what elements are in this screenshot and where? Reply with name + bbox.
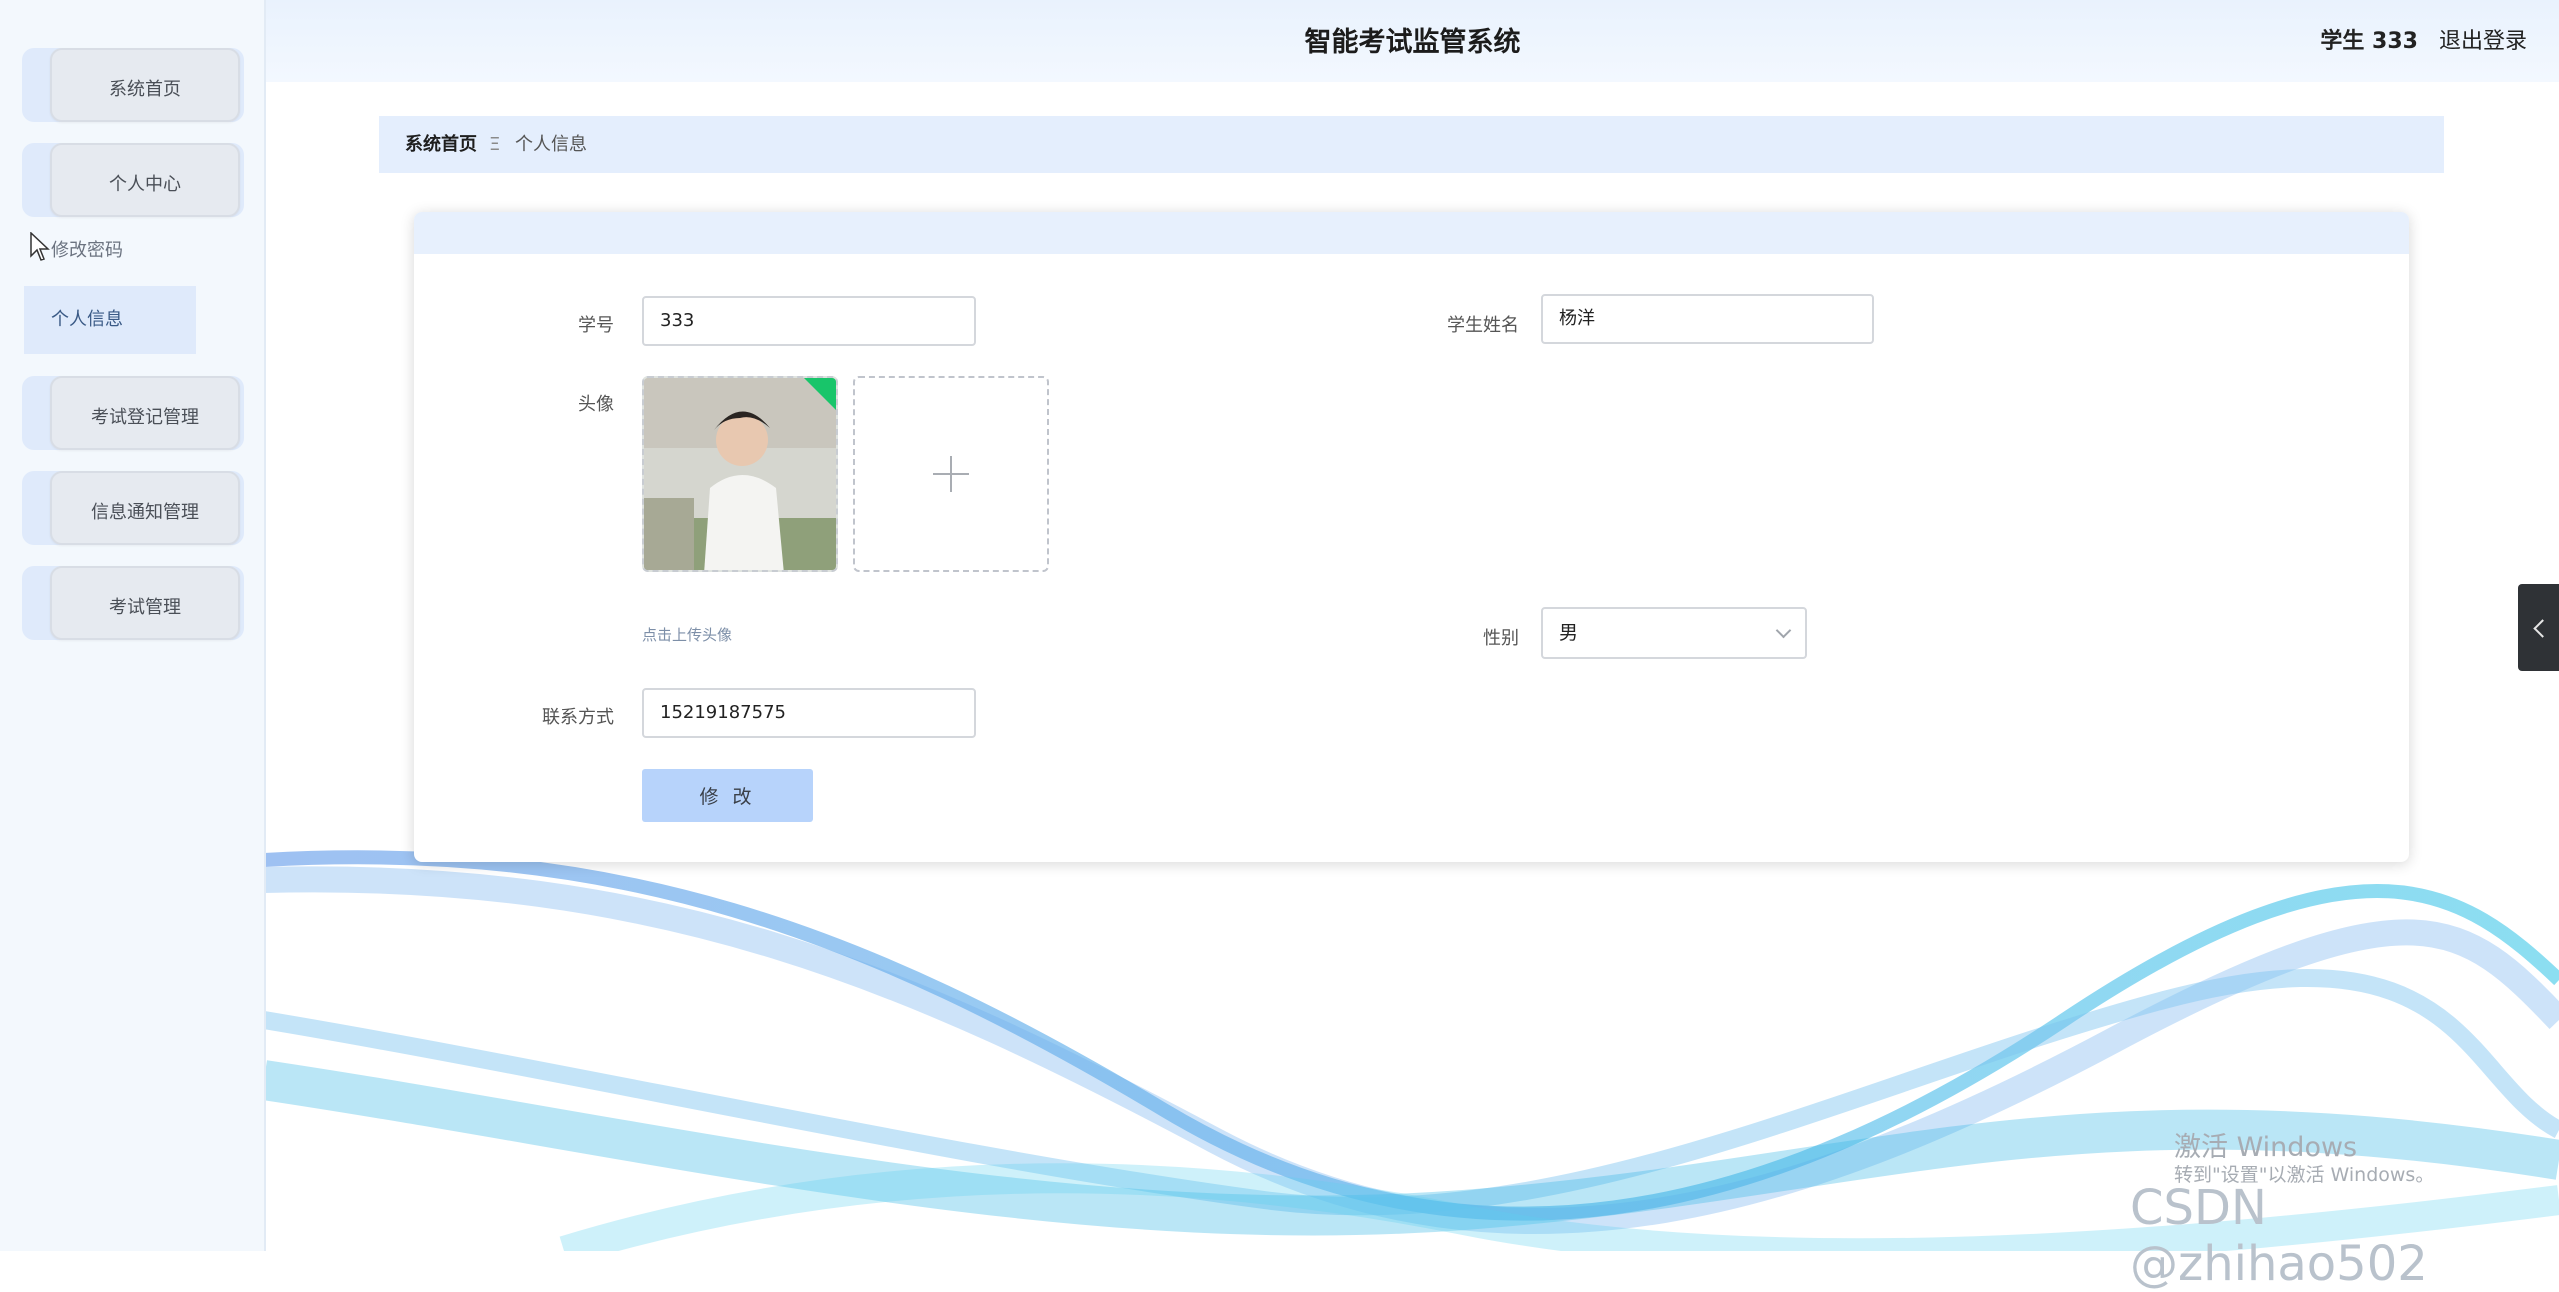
student-name-input[interactable]: 杨洋 (1541, 294, 1874, 344)
top-header: 智能考试监管系统 学生 333 退出登录 (266, 0, 2559, 82)
contact-label: 联系方式 (542, 707, 614, 728)
chevron-down-icon (1775, 622, 1792, 639)
sidebar-item-notice-management[interactable]: 信息通知管理 (22, 471, 244, 547)
user-name: 学生 333 (2320, 29, 2418, 54)
submenu-item-label: 修改密码 (51, 240, 123, 261)
chevron-left-icon (2533, 619, 2552, 638)
card-header-strip (414, 212, 2409, 254)
contact-input[interactable]: 15219187575 (642, 688, 976, 738)
sidebar-item-label: 个人中心 (109, 174, 181, 195)
student-id-input[interactable]: 333 (642, 296, 976, 346)
gender-select[interactable]: 男 (1541, 607, 1807, 659)
user-area: 学生 333 退出登录 (2306, 0, 2527, 84)
avatar-label: 头像 (578, 394, 614, 415)
breadcrumb: 系统首页 Ξ 个人信息 (379, 116, 2444, 173)
sidebar-item-exam-registration[interactable]: 考试登记管理 (22, 376, 244, 452)
logout-link[interactable]: 退出登录 (2439, 29, 2527, 54)
submenu-item-personal-info[interactable]: 个人信息 (24, 286, 196, 354)
plus-icon-stroke (950, 456, 952, 492)
side-panel-toggle[interactable] (2518, 584, 2559, 671)
personal-info-card: 学号 333 学生姓名 杨洋 头像 点击上传头像 性别 男 联系方式 15219… (414, 212, 2409, 862)
avatar-image[interactable] (642, 376, 838, 572)
windows-activation-watermark: 激活 Windows (2174, 1132, 2358, 1163)
submenu-item-label: 个人信息 (51, 309, 123, 330)
sidebar-item-personal-center[interactable]: 个人中心 (22, 143, 244, 219)
sidebar-item-label: 考试登记管理 (91, 407, 199, 428)
breadcrumb-home-link[interactable]: 系统首页 (405, 116, 477, 173)
upload-avatar-tip: 点击上传头像 (642, 626, 733, 644)
modify-button[interactable]: 修 改 (642, 769, 813, 822)
csdn-watermark: CSDN @zhihao502 (2130, 1180, 2428, 1292)
app-title: 智能考试监管系统 (1304, 27, 1521, 58)
sidebar-item-home[interactable]: 系统首页 (22, 48, 244, 124)
sidebar: 系统首页 个人中心 考试登记管理 信息通知管理 考试管理 修改密码 个人信息 (0, 0, 266, 1251)
mouse-cursor-icon (30, 232, 50, 261)
avatar-photo-icon (644, 378, 836, 570)
sidebar-item-exam-management[interactable]: 考试管理 (22, 566, 244, 642)
sidebar-item-label: 信息通知管理 (91, 502, 199, 523)
student-name-label: 学生姓名 (1447, 315, 1519, 336)
breadcrumb-current: 个人信息 (515, 134, 587, 155)
breadcrumb-separator-icon: Ξ (489, 134, 501, 155)
avatar-upload-button[interactable] (853, 376, 1049, 572)
gender-label: 性别 (1483, 628, 1519, 649)
gender-selected-value: 男 (1559, 622, 1579, 644)
student-id-label: 学号 (578, 315, 614, 336)
sidebar-item-label: 考试管理 (109, 597, 181, 618)
sidebar-item-label: 系统首页 (109, 79, 181, 100)
